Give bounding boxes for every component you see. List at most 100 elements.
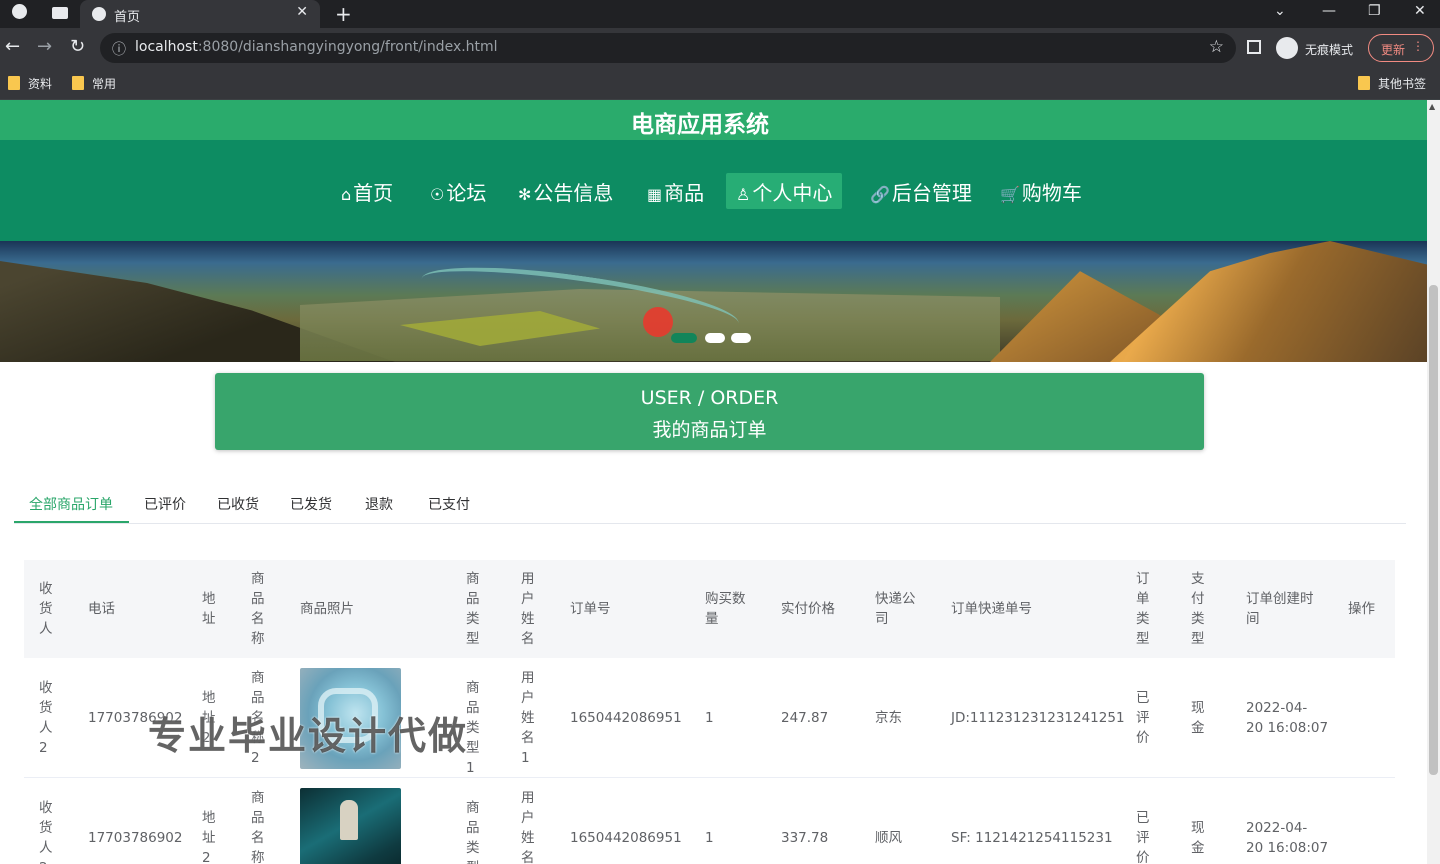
browser-chrome: 首页 ✕ + ⌄ — ❐ ✕ ← → ↻ ⓘ localhost:8080/di…: [0, 0, 1440, 100]
scroll-up-icon[interactable]: ▲: [1429, 102, 1435, 111]
tracking-cell: SF: 1121421254115231: [951, 830, 1113, 846]
back-icon[interactable]: ←: [5, 36, 20, 57]
product-type-cell: 商品类型1: [466, 800, 480, 864]
restore-icon[interactable]: ❐: [1368, 3, 1381, 19]
watermark: 专业毕业设计代做: [148, 714, 469, 758]
browser-menu-icon[interactable]: [12, 4, 27, 19]
receiver-cell: 收货人2: [39, 680, 53, 756]
browser-tab[interactable]: 首页 ✕: [80, 0, 320, 28]
order-no-cell: 1650442086951: [570, 710, 682, 726]
update-button[interactable]: 更新 ⋮: [1368, 34, 1434, 62]
column-header: 实付价格: [781, 601, 835, 617]
column-header: 购买数量: [705, 591, 746, 627]
column-header: 订单快递单号: [951, 601, 1032, 617]
nav-personal-center[interactable]: ♙ 个人中心: [726, 173, 843, 209]
photo-detail: [340, 800, 358, 840]
window-close-icon[interactable]: ✕: [1414, 3, 1426, 19]
product-type-cell: 商品类型1: [466, 680, 480, 776]
column-header: 订单创建时间: [1246, 591, 1314, 627]
created-time-cell: 20 16:08:07: [1246, 720, 1329, 736]
incognito-label: 无痕模式: [1305, 43, 1354, 57]
new-tab-icon[interactable]: +: [335, 2, 352, 26]
tab-search-icon[interactable]: ⌄: [1274, 3, 1286, 19]
other-bookmarks[interactable]: 其他书签: [1358, 75, 1426, 91]
tab-all-orders[interactable]: 全部商品订单: [29, 494, 113, 514]
price-cell: 247.87: [781, 710, 829, 726]
reload-icon[interactable]: ↻: [70, 36, 85, 57]
order-header-cn: 我的商品订单: [652, 419, 767, 441]
order-type-cell: 已评价: [1136, 810, 1150, 864]
products-icon: ▦: [647, 185, 663, 204]
column-header: 快递公司: [875, 591, 916, 627]
tab-overview-icon[interactable]: [52, 7, 68, 19]
page-scrollbar[interactable]: ▲: [1427, 100, 1440, 864]
nav-cart[interactable]: 🛒 购物车: [990, 173, 1092, 209]
address-cell: 地址2: [202, 810, 216, 864]
carousel-dot[interactable]: [671, 333, 697, 343]
globe-icon: [92, 7, 106, 21]
folder-icon: [8, 76, 20, 90]
close-tab-icon[interactable]: ✕: [296, 4, 308, 20]
browser-toolbar: ← → ↻ ⓘ localhost:8080/dianshangyingyong…: [0, 28, 1440, 68]
nav-forum[interactable]: ☉ 论坛: [420, 173, 496, 209]
update-label: 更新: [1381, 43, 1406, 57]
column-header: 用户姓名: [521, 571, 535, 647]
column-header: 操作: [1348, 601, 1375, 617]
nav-home[interactable]: ⌂ 首页: [331, 173, 403, 209]
carousel-dot[interactable]: [705, 333, 725, 343]
address-bar[interactable]: ⓘ localhost:8080/dianshangyingyong/front…: [100, 33, 1236, 63]
active-tab-indicator: [14, 521, 129, 523]
bookmark-folder[interactable]: 资料: [8, 75, 52, 91]
created-time-cell: 20 16:08:07: [1246, 840, 1329, 856]
forward-icon[interactable]: →: [37, 36, 52, 57]
main-nav: ⌂ 首页 ☉ 论坛 ✻ 公告信息 ▦ 商品 ♙ 个人中心 🔗 后台管理 🛒 购物车: [0, 140, 1427, 241]
notice-icon: ✻: [518, 185, 532, 204]
carousel-dot[interactable]: [731, 333, 751, 343]
tab-shipped[interactable]: 已发货: [290, 494, 332, 514]
user-icon: ♙: [736, 185, 751, 204]
site-title: 电商应用系统: [631, 112, 769, 138]
nav-notices[interactable]: ✻ 公告信息: [508, 173, 623, 209]
created-date-cell: 2022-04-: [1246, 700, 1308, 716]
quantity-cell: 1: [705, 710, 714, 726]
order-no-cell: 1650442086951: [570, 830, 682, 846]
folder-icon: [72, 76, 84, 90]
tab-refund[interactable]: 退款: [365, 494, 393, 514]
scrollbar-thumb[interactable]: [1429, 285, 1438, 775]
more-menu-icon[interactable]: ⋮: [1412, 39, 1424, 53]
product-photo[interactable]: [300, 788, 401, 864]
column-header: 订单号: [570, 601, 611, 617]
order-type-cell: 已评价: [1136, 690, 1150, 746]
nav-admin[interactable]: 🔗 后台管理: [860, 173, 982, 209]
url-text[interactable]: localhost:8080/dianshangyingyong/front/i…: [135, 39, 498, 55]
bookmark-folder[interactable]: 常用: [72, 75, 116, 91]
nav-products[interactable]: ▦ 商品: [637, 173, 714, 209]
bookmark-star-icon[interactable]: ☆: [1209, 37, 1224, 57]
order-section-header: USER / ORDER 我的商品订单: [215, 373, 1204, 450]
price-cell: 337.78: [781, 830, 829, 846]
quantity-cell: 1: [705, 830, 714, 846]
side-panel-icon[interactable]: [1247, 40, 1261, 54]
column-header: 电话: [88, 601, 115, 617]
column-header: 商品名称: [251, 571, 265, 647]
order-header-en: USER / ORDER: [640, 387, 779, 409]
home-icon: ⌂: [341, 185, 352, 204]
tab-paid[interactable]: 已支付: [428, 494, 470, 514]
tab-title: 首页: [114, 10, 141, 25]
column-header: 商品类型: [466, 571, 480, 647]
link-icon: 🔗: [870, 185, 890, 204]
incognito-icon: [1276, 37, 1298, 59]
courier-cell: 顺风: [875, 830, 902, 846]
column-header: 地址: [202, 591, 216, 627]
tracking-cell: JD:111231231231241251: [951, 710, 1125, 726]
column-header: 支付类型: [1191, 571, 1205, 647]
courier-cell: 京东: [875, 710, 902, 726]
minimize-icon[interactable]: —: [1322, 3, 1336, 19]
table-header: 收货人 电话 地址 商品名称 商品照片 商品类型 用户姓名 订单号 购买数量 实…: [24, 560, 1395, 658]
bookmarks-bar: 资料 常用 其他书签: [0, 68, 1440, 100]
banner-carousel[interactable]: [0, 241, 1427, 362]
tab-reviewed[interactable]: 已评价: [144, 494, 186, 514]
tab-received[interactable]: 已收货: [217, 494, 259, 514]
receiver-cell: 收货人2: [39, 800, 53, 864]
site-info-icon[interactable]: ⓘ: [112, 39, 126, 59]
